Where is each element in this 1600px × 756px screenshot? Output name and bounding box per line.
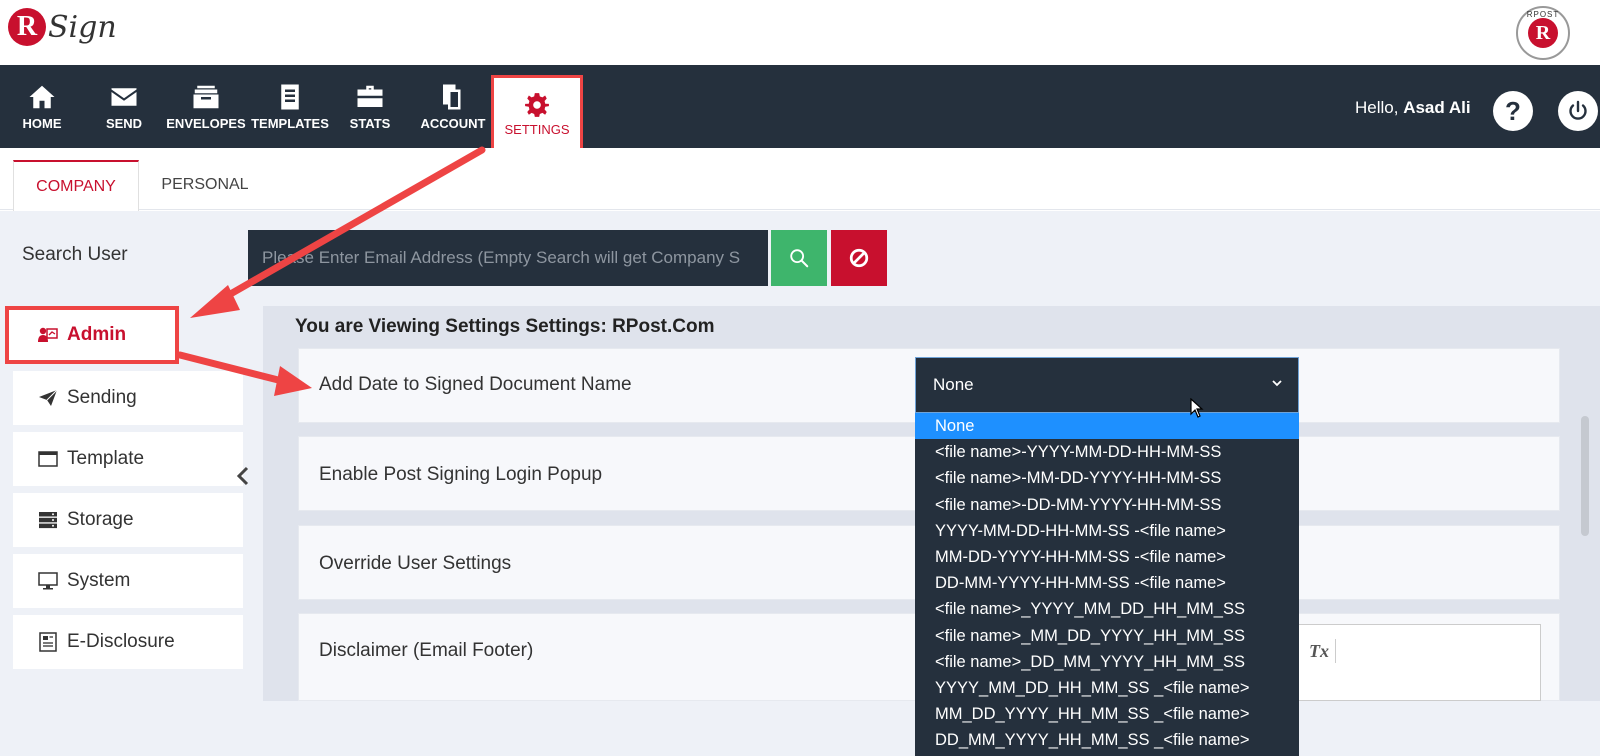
clear-search-button[interactable] bbox=[831, 230, 887, 286]
setting-label: Add Date to Signed Document Name bbox=[319, 374, 632, 395]
side-item-label: Template bbox=[67, 448, 145, 469]
side-item-storage[interactable]: Storage bbox=[13, 493, 243, 547]
search-email-input[interactable] bbox=[248, 230, 768, 286]
option-item[interactable]: <file name>-MM-DD-YYYY-HH-MM-SS bbox=[915, 465, 1299, 491]
admin-icon bbox=[37, 326, 59, 344]
rpost-logo-letter: R bbox=[1528, 18, 1558, 48]
nav-label: SEND bbox=[105, 116, 143, 131]
envelope-icon bbox=[111, 88, 137, 106]
side-item-label: Sending bbox=[67, 387, 137, 408]
greeting-text: Hello, bbox=[1355, 98, 1404, 117]
nav-label: TEMPLATES bbox=[251, 116, 329, 131]
side-item-label: Storage bbox=[67, 509, 134, 530]
ban-icon bbox=[849, 248, 869, 268]
nav-label: ACCOUNT bbox=[420, 116, 486, 131]
settings-side-menu: Admin Sending Template Storage System E-… bbox=[5, 306, 243, 676]
option-item[interactable]: DD_MM_YYYY_HH_MM_SS _<file name> bbox=[915, 727, 1299, 753]
option-item[interactable]: None bbox=[915, 413, 1299, 440]
clear-format-icon[interactable]: Tx bbox=[1309, 641, 1329, 662]
brand-bar: R Sign RPOST R bbox=[0, 0, 1600, 65]
rsign-logo[interactable]: R Sign bbox=[8, 8, 117, 46]
gear-icon bbox=[525, 92, 549, 117]
option-item[interactable]: MM_DD_YYYY_HH_MM_SS _<file name> bbox=[915, 701, 1299, 727]
side-item-sending[interactable]: Sending bbox=[13, 371, 243, 425]
side-item-label: Admin bbox=[67, 324, 127, 345]
newspaper-icon bbox=[37, 632, 59, 652]
search-user-label: Search User bbox=[22, 244, 128, 265]
main-navbar: HOME SEND ENVELOPES TEMPLATES STATS ACCO… bbox=[0, 65, 1600, 153]
nav-stats[interactable]: STATS bbox=[346, 65, 394, 148]
inbox-icon bbox=[193, 85, 219, 109]
settings-main: Search User Admin Sending Template bbox=[0, 211, 1600, 756]
setting-label: Override User Settings bbox=[319, 553, 512, 574]
power-icon bbox=[1569, 100, 1587, 120]
collapse-menu-chevron-icon[interactable] bbox=[236, 466, 254, 496]
briefcase-icon bbox=[357, 85, 383, 107]
user-greeting: Hello, Asad Ali bbox=[1355, 98, 1471, 118]
monitor-icon bbox=[37, 572, 59, 590]
side-item-e-disclosure[interactable]: E-Disclosure bbox=[13, 615, 243, 669]
logo-letter: R bbox=[8, 8, 46, 46]
option-item[interactable]: <file name>_YYYY_MM_DD_HH_MM_SS bbox=[915, 596, 1299, 622]
nav-label: SETTINGS bbox=[504, 121, 570, 137]
side-item-admin[interactable]: Admin bbox=[5, 306, 179, 364]
option-item[interactable]: <file name>_MM_DD_YYYY_HH_MM_SS bbox=[915, 623, 1299, 649]
toolbar-separator bbox=[1335, 639, 1336, 663]
nav-templates[interactable]: TEMPLATES bbox=[250, 65, 330, 148]
panel-title: You are Viewing Settings Settings: RPost… bbox=[295, 316, 715, 337]
setting-label: Enable Post Signing Login Popup bbox=[319, 464, 603, 485]
nav-account[interactable]: ACCOUNT bbox=[418, 65, 488, 148]
home-icon bbox=[29, 85, 55, 109]
rpost-logo-text: RPOST bbox=[1526, 10, 1560, 19]
chevron-down-icon bbox=[1272, 380, 1282, 387]
nav-label: HOME bbox=[22, 116, 62, 131]
copy-icon bbox=[443, 84, 461, 110]
add-date-select[interactable]: None bbox=[915, 357, 1299, 413]
nav-label: ENVELOPES bbox=[166, 116, 246, 131]
side-item-label: E-Disclosure bbox=[67, 631, 175, 652]
settings-tabs: COMPANY PERSONAL bbox=[0, 148, 1600, 211]
nav-home[interactable]: HOME bbox=[18, 65, 66, 148]
option-item[interactable]: <file name>-YYYY-MM-DD-HH-MM-SS bbox=[915, 439, 1299, 465]
select-value: None bbox=[933, 375, 974, 394]
nav-settings[interactable]: SETTINGS bbox=[491, 75, 583, 153]
side-item-template[interactable]: Template bbox=[13, 432, 243, 486]
paper-plane-icon bbox=[37, 390, 59, 406]
disclaimer-editor[interactable]: Tx bbox=[1288, 624, 1541, 701]
logo-word: Sign bbox=[48, 9, 117, 45]
logout-button[interactable] bbox=[1558, 91, 1598, 131]
nav-envelopes[interactable]: ENVELOPES bbox=[166, 65, 246, 148]
help-button[interactable]: ? bbox=[1493, 91, 1533, 131]
tab-company[interactable]: COMPANY bbox=[13, 160, 139, 211]
setting-label: Disclaimer (Email Footer) bbox=[319, 640, 534, 661]
tab-personal[interactable]: PERSONAL bbox=[140, 160, 270, 210]
option-item[interactable]: DD-MM-YYYY-HH-MM-SS -<file name> bbox=[915, 570, 1299, 596]
scrollbar-thumb[interactable] bbox=[1581, 416, 1589, 536]
window-icon bbox=[37, 451, 59, 467]
side-item-system[interactable]: System bbox=[13, 554, 243, 608]
search-button[interactable] bbox=[771, 230, 827, 286]
mouse-cursor-icon bbox=[1190, 398, 1204, 418]
search-icon bbox=[790, 249, 809, 268]
option-item[interactable]: <file name>-DD-MM-YYYY-HH-MM-SS bbox=[915, 492, 1299, 518]
option-item[interactable]: YYYY_MM_DD_HH_MM_SS _<file name> bbox=[915, 675, 1299, 701]
option-item[interactable]: <file name>_DD_MM_YYYY_HH_MM_SS bbox=[915, 649, 1299, 675]
option-item[interactable]: YYYY-MM-DD-HH-MM-SS -<file name> bbox=[915, 518, 1299, 544]
side-item-label: System bbox=[67, 570, 131, 591]
rpost-logo: RPOST R bbox=[1516, 6, 1570, 60]
nav-label: STATS bbox=[349, 116, 391, 131]
server-icon bbox=[37, 511, 59, 529]
user-name: Asad Ali bbox=[1403, 98, 1471, 117]
add-date-options-list: None <file name>-YYYY-MM-DD-HH-MM-SS <fi… bbox=[915, 413, 1299, 756]
nav-send[interactable]: SEND bbox=[100, 65, 148, 148]
option-item[interactable]: MM-DD-YYYY-HH-MM-SS -<file name> bbox=[915, 544, 1299, 570]
document-icon bbox=[281, 84, 299, 110]
